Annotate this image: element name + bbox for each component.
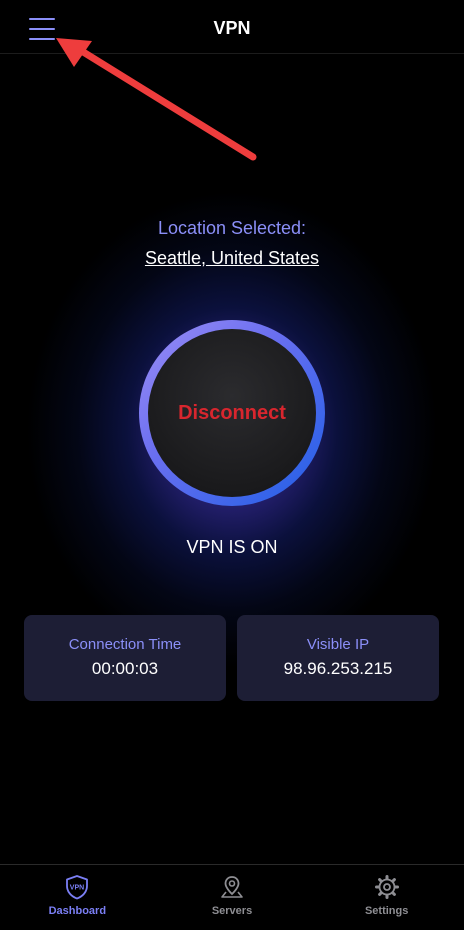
bottom-tab-bar: VPN Dashboard Servers Settings xyxy=(0,864,464,930)
selected-location-link[interactable]: Seattle, United States xyxy=(0,248,464,269)
location-label: Location Selected: xyxy=(157,218,307,238)
svg-text:VPN: VPN xyxy=(70,885,84,892)
tab-servers[interactable]: Servers xyxy=(155,865,310,930)
tab-dashboard-label: Dashboard xyxy=(48,905,107,917)
page-title: VPN xyxy=(213,18,251,38)
tab-dashboard[interactable]: VPN Dashboard xyxy=(0,865,155,930)
disconnect-button-face: Disconnect xyxy=(148,329,316,497)
connection-time-label: Connection Time xyxy=(68,636,182,653)
tab-settings[interactable]: Settings xyxy=(309,865,464,930)
app-header: VPN xyxy=(0,0,464,54)
visible-ip-label: Visible IP xyxy=(306,636,370,653)
map-pin-icon xyxy=(221,876,243,898)
tab-settings-label: Settings xyxy=(364,905,409,917)
visible-ip-value: 98.96.253.215 xyxy=(283,659,393,678)
gear-icon xyxy=(374,875,399,899)
disconnect-label: Disconnect xyxy=(178,401,286,424)
connection-time-value: 00:00:03 xyxy=(91,659,159,678)
vpn-shield-icon: VPN xyxy=(66,875,89,900)
visible-ip-card: Visible IP 98.96.253.215 xyxy=(237,615,439,701)
connection-time-card: Connection Time 00:00:03 xyxy=(24,615,226,701)
disconnect-button[interactable]: Disconnect xyxy=(139,320,325,506)
tab-servers-label: Servers xyxy=(211,905,253,917)
vpn-status-text: VPN IS ON xyxy=(186,537,278,557)
